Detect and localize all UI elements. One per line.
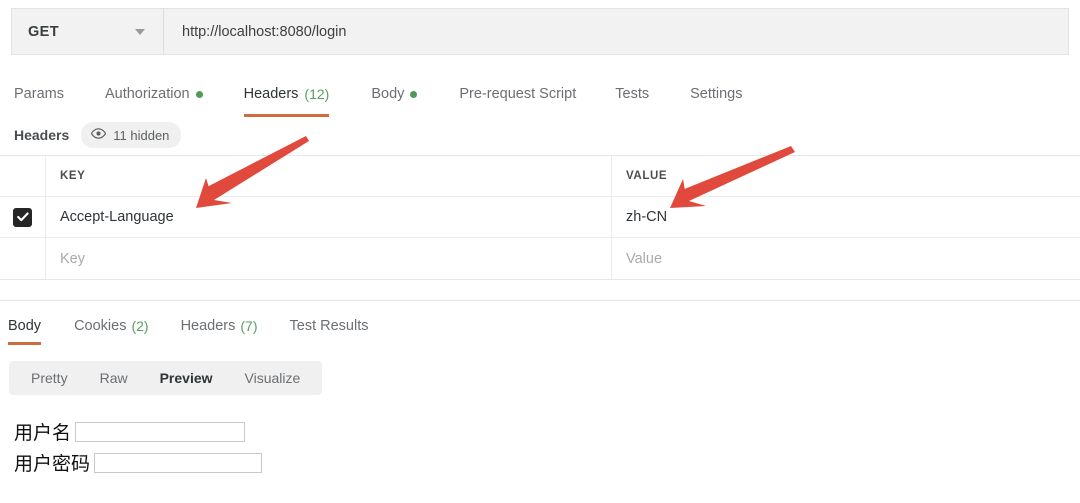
tab-headers-count: (12) bbox=[304, 86, 329, 102]
preview-username-input[interactable] bbox=[75, 422, 245, 442]
tab-settings[interactable]: Settings bbox=[690, 75, 742, 113]
preview-password-input[interactable] bbox=[94, 453, 262, 473]
table-header-row: KEY VALUE bbox=[0, 156, 1080, 197]
view-mode-preview[interactable]: Preview bbox=[144, 370, 229, 386]
response-tab-test-results[interactable]: Test Results bbox=[290, 310, 369, 342]
request-url-bar: GET http://localhost:8080/login bbox=[11, 8, 1069, 55]
table-row: Accept-Language zh-CN bbox=[0, 197, 1080, 238]
row-enabled-checkbox[interactable] bbox=[13, 208, 32, 227]
tab-authorization[interactable]: Authorization bbox=[105, 75, 203, 113]
tab-headers[interactable]: Headers (12) bbox=[244, 75, 330, 113]
http-method-label: GET bbox=[28, 24, 59, 40]
hidden-headers-toggle[interactable]: 11 hidden bbox=[81, 122, 181, 148]
http-method-select[interactable]: GET bbox=[12, 9, 164, 54]
preview-username-line: 用户名 bbox=[14, 418, 1066, 445]
tab-settings-label: Settings bbox=[690, 86, 742, 102]
tab-params-label: Params bbox=[14, 86, 64, 102]
tab-authorization-label: Authorization bbox=[105, 86, 190, 102]
response-tab-cookies[interactable]: Cookies (2) bbox=[74, 310, 149, 342]
row-checkbox-cell bbox=[0, 197, 46, 237]
response-tab-body[interactable]: Body bbox=[8, 310, 41, 342]
response-tab-body-label: Body bbox=[8, 318, 41, 334]
tab-body-label: Body bbox=[371, 86, 404, 102]
response-tab-cookies-label: Cookies bbox=[74, 318, 126, 334]
tab-pre-request-script-label: Pre-request Script bbox=[459, 86, 576, 102]
tab-tests-label: Tests bbox=[615, 86, 649, 102]
column-header-value: VALUE bbox=[612, 156, 1080, 196]
preview-password-line: 用户密码 bbox=[14, 449, 1066, 476]
pane-splitter[interactable] bbox=[0, 300, 1080, 301]
response-preview-pane: 用户名 用户密码 bbox=[0, 418, 1080, 480]
response-tabs: Body Cookies (2) Headers (7) Test Result… bbox=[0, 310, 1080, 342]
row-checkbox-cell bbox=[0, 238, 46, 279]
response-tab-headers-label: Headers bbox=[181, 318, 236, 334]
tab-pre-request-script[interactable]: Pre-request Script bbox=[459, 75, 576, 113]
new-header-key-input[interactable]: Key bbox=[46, 238, 612, 279]
new-header-value-input[interactable]: Value bbox=[612, 238, 1080, 279]
view-mode-raw[interactable]: Raw bbox=[84, 370, 144, 386]
column-header-key: KEY bbox=[46, 156, 612, 196]
table-row: Key Value bbox=[0, 238, 1080, 279]
response-tab-headers-count: (7) bbox=[240, 318, 257, 334]
response-tab-cookies-count: (2) bbox=[131, 318, 148, 334]
tab-tests[interactable]: Tests bbox=[615, 75, 649, 113]
view-mode-pretty[interactable]: Pretty bbox=[15, 370, 84, 386]
view-mode-visualize[interactable]: Visualize bbox=[229, 370, 317, 386]
response-tab-test-results-label: Test Results bbox=[290, 318, 369, 334]
tab-body[interactable]: Body bbox=[371, 75, 417, 113]
response-tab-headers[interactable]: Headers (7) bbox=[181, 310, 258, 342]
request-url-input[interactable]: http://localhost:8080/login bbox=[164, 9, 1068, 54]
table-header-checkbox-cell bbox=[0, 156, 46, 196]
preview-username-label: 用户名 bbox=[14, 418, 71, 445]
headers-section-title: Headers bbox=[14, 127, 69, 143]
eye-icon bbox=[91, 126, 106, 144]
request-tabs: Params Authorization Headers (12) Body P… bbox=[0, 75, 1080, 113]
tab-params[interactable]: Params bbox=[14, 75, 64, 113]
headers-subbar: Headers 11 hidden bbox=[14, 122, 181, 148]
active-tab-underline bbox=[8, 342, 41, 345]
tab-headers-label: Headers bbox=[244, 86, 299, 102]
headers-table: KEY VALUE Accept-Language zh-CN Key Valu… bbox=[0, 155, 1080, 280]
status-dot-icon bbox=[196, 91, 203, 98]
header-key-input[interactable]: Accept-Language bbox=[46, 197, 612, 237]
active-tab-underline bbox=[244, 114, 330, 117]
status-dot-icon bbox=[410, 91, 417, 98]
preview-password-label: 用户密码 bbox=[14, 449, 90, 476]
header-value-input[interactable]: zh-CN bbox=[612, 197, 1080, 237]
response-view-toggle: Pretty Raw Preview Visualize bbox=[9, 361, 322, 395]
hidden-headers-label: 11 hidden bbox=[113, 128, 169, 143]
chevron-down-icon bbox=[135, 29, 145, 35]
